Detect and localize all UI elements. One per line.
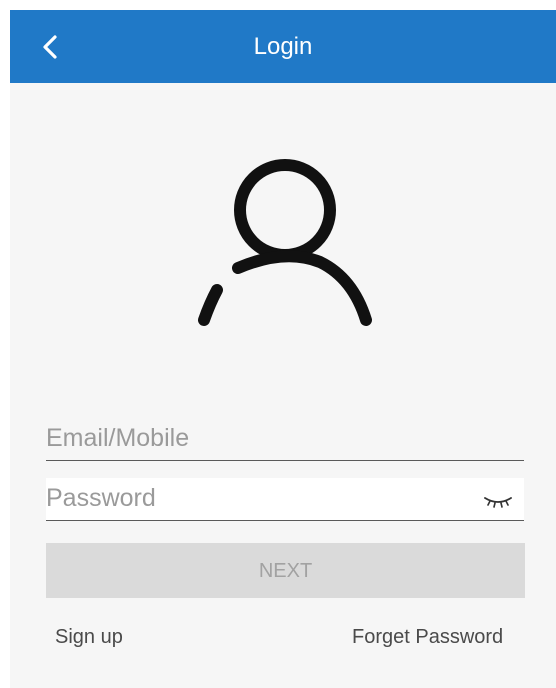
sign-up-link[interactable]: Sign up	[55, 626, 123, 649]
eye-closed-icon	[484, 497, 512, 508]
toggle-password-visibility-button[interactable]	[484, 494, 512, 510]
password-field	[46, 478, 524, 521]
forget-password-link[interactable]: Forget Password	[352, 626, 503, 649]
email-field	[46, 418, 524, 461]
app-bar: Login	[10, 10, 556, 83]
password-input[interactable]	[46, 478, 466, 518]
next-button[interactable]: NEXT	[46, 543, 525, 598]
email-input[interactable]	[46, 418, 466, 458]
page-title: Login	[253, 33, 313, 60]
user-icon	[198, 159, 372, 326]
login-screen: Login NEXT Sign up Forget Password	[0, 0, 556, 688]
